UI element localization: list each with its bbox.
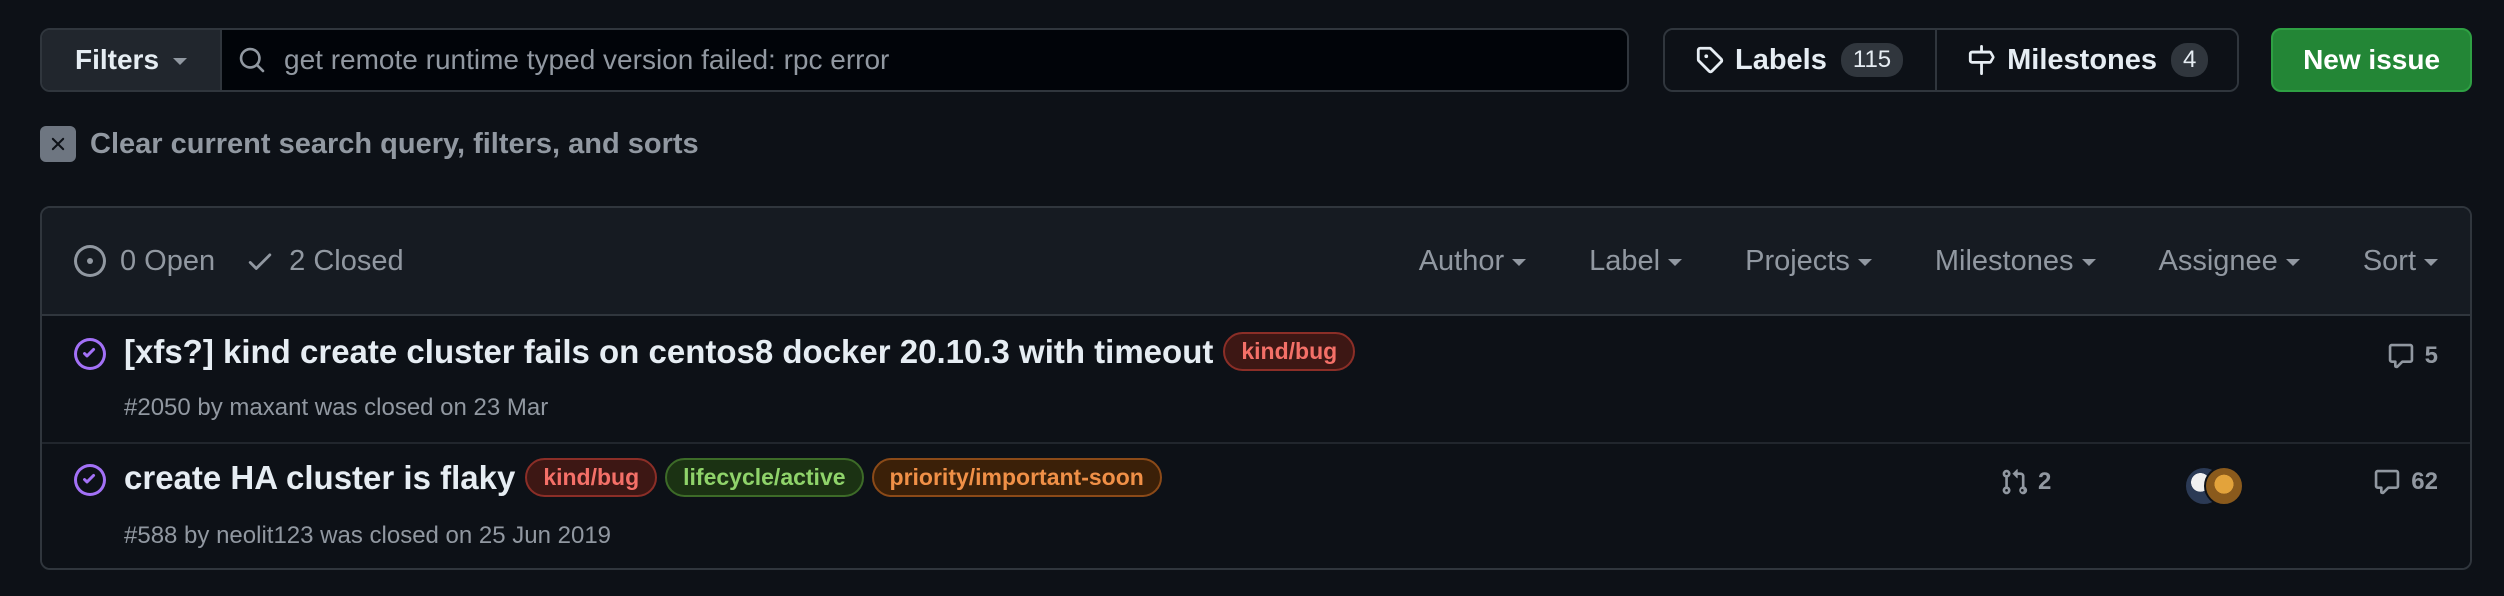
issue-closed-icon xyxy=(74,464,106,496)
sort-dropdown[interactable]: Sort xyxy=(2363,245,2438,278)
tag-icon xyxy=(1696,46,1724,74)
chevron-down-icon xyxy=(2081,259,2096,266)
search-query-text: get remote runtime typed version failed:… xyxy=(284,44,890,75)
pull-request-icon xyxy=(2002,469,2028,495)
new-issue-button[interactable]: New issue xyxy=(2271,28,2472,92)
comment-icon xyxy=(2388,343,2413,369)
labels-button[interactable]: Labels 115 xyxy=(1665,30,1936,90)
state-toggle: 0 Open 2 Closed xyxy=(74,208,404,314)
milestones-button[interactable]: Milestones 4 xyxy=(1935,30,2238,90)
projects-dropdown[interactable]: Projects xyxy=(1745,245,1872,278)
chevron-down-icon xyxy=(1668,259,1683,266)
comment-count: 5 xyxy=(2424,342,2438,369)
labels-milestones-group: Labels 115 Milestones 4 xyxy=(1663,28,2240,92)
label-kind-bug[interactable]: kind/bug xyxy=(1223,332,1356,371)
issue-opened-icon xyxy=(74,245,106,277)
milestones-label: Milestones xyxy=(2007,43,2158,76)
author-dropdown[interactable]: Author xyxy=(1418,244,1527,278)
comments-link[interactable]: 5 xyxy=(2387,342,2438,370)
milestone-icon xyxy=(1969,45,1995,75)
filters-label: Filters xyxy=(74,44,160,75)
close-icon xyxy=(40,126,76,162)
labels-label: Labels xyxy=(1735,43,1827,76)
chevron-down-icon xyxy=(2424,259,2438,266)
closed-issues-tab[interactable]: 2 Closed xyxy=(245,244,404,278)
linked-prs-link[interactable]: 2 xyxy=(2000,468,2051,496)
label-priority-important-soon[interactable]: priority/important-soon xyxy=(871,458,1162,497)
sort-dropdown-label: Sort xyxy=(2362,244,2416,277)
chevron-down-icon xyxy=(1857,259,1872,266)
labels-count-badge: 115 xyxy=(1840,43,1904,77)
comments-link[interactable]: 62 xyxy=(2373,468,2438,496)
issue-title-line: create HA cluster is flaky kind/bug life… xyxy=(124,458,1162,497)
label-kind-bug[interactable]: kind/bug xyxy=(525,458,658,497)
comment-count: 62 xyxy=(2411,468,2438,495)
check-icon xyxy=(248,253,272,270)
assignee-dropdown-label: Assignee xyxy=(2158,244,2278,277)
avatar[interactable] xyxy=(2204,466,2244,506)
clear-filters-text: Clear current search query, filters, and… xyxy=(90,127,699,160)
author-dropdown-label: Author xyxy=(1418,244,1505,277)
label-lifecycle-active[interactable]: lifecycle/active xyxy=(665,458,864,497)
projects-dropdown-label: Projects xyxy=(1745,244,1850,277)
chevron-down-icon xyxy=(1512,259,1527,266)
linked-prs-count: 2 xyxy=(2038,468,2052,495)
search-icon xyxy=(239,47,265,73)
chevron-down-icon xyxy=(2285,259,2300,266)
top-bar: Filters get remote runtime typed version… xyxy=(40,28,2472,92)
issue-title-link[interactable]: [xfs?] kind create cluster fails on cent… xyxy=(124,333,1213,371)
milestones-count-badge: 4 xyxy=(2171,43,2209,77)
issue-meta: #588 by neolit123 was closed on 25 Jun 2… xyxy=(124,522,612,549)
label-dropdown[interactable]: Label xyxy=(1589,244,1683,278)
label-dropdown-label: Label xyxy=(1589,244,1661,277)
assignee-dropdown[interactable]: Assignee xyxy=(2159,245,2300,278)
search-filter-group: Filters get remote runtime typed version… xyxy=(40,28,1629,92)
closed-issues-label: 2 Closed xyxy=(289,244,404,277)
chevron-down-icon xyxy=(173,58,188,65)
filters-button[interactable]: Filters xyxy=(42,30,222,90)
filter-dropdowns: Author Label Projects Milestones Assigne… xyxy=(1356,208,2438,314)
milestones-dropdown[interactable]: Milestones xyxy=(1935,245,2096,278)
search-input[interactable]: get remote runtime typed version failed:… xyxy=(222,30,1627,90)
issue-row: [xfs?] kind create cluster fails on cent… xyxy=(42,316,2470,442)
issue-meta: #2050 by maxant was closed on 23 Mar xyxy=(124,394,549,421)
comment-icon xyxy=(2375,469,2400,495)
open-issues-label: 0 Open xyxy=(120,244,216,277)
open-issues-tab[interactable]: 0 Open xyxy=(74,245,215,278)
milestones-dropdown-label: Milestones xyxy=(1934,244,2074,277)
issues-list: 0 Open 2 Closed Author Label Projects Mi… xyxy=(40,206,2472,570)
assignee-avatars[interactable] xyxy=(2184,466,2246,508)
issue-title-link[interactable]: create HA cluster is flaky xyxy=(124,459,515,497)
issue-closed-icon xyxy=(74,338,106,370)
issues-list-header: 0 Open 2 Closed Author Label Projects Mi… xyxy=(42,208,2470,316)
issue-title-line: [xfs?] kind create cluster fails on cent… xyxy=(124,332,1356,371)
clear-filters-link[interactable]: Clear current search query, filters, and… xyxy=(40,126,699,162)
issue-row: create HA cluster is flaky kind/bug life… xyxy=(42,442,2470,568)
